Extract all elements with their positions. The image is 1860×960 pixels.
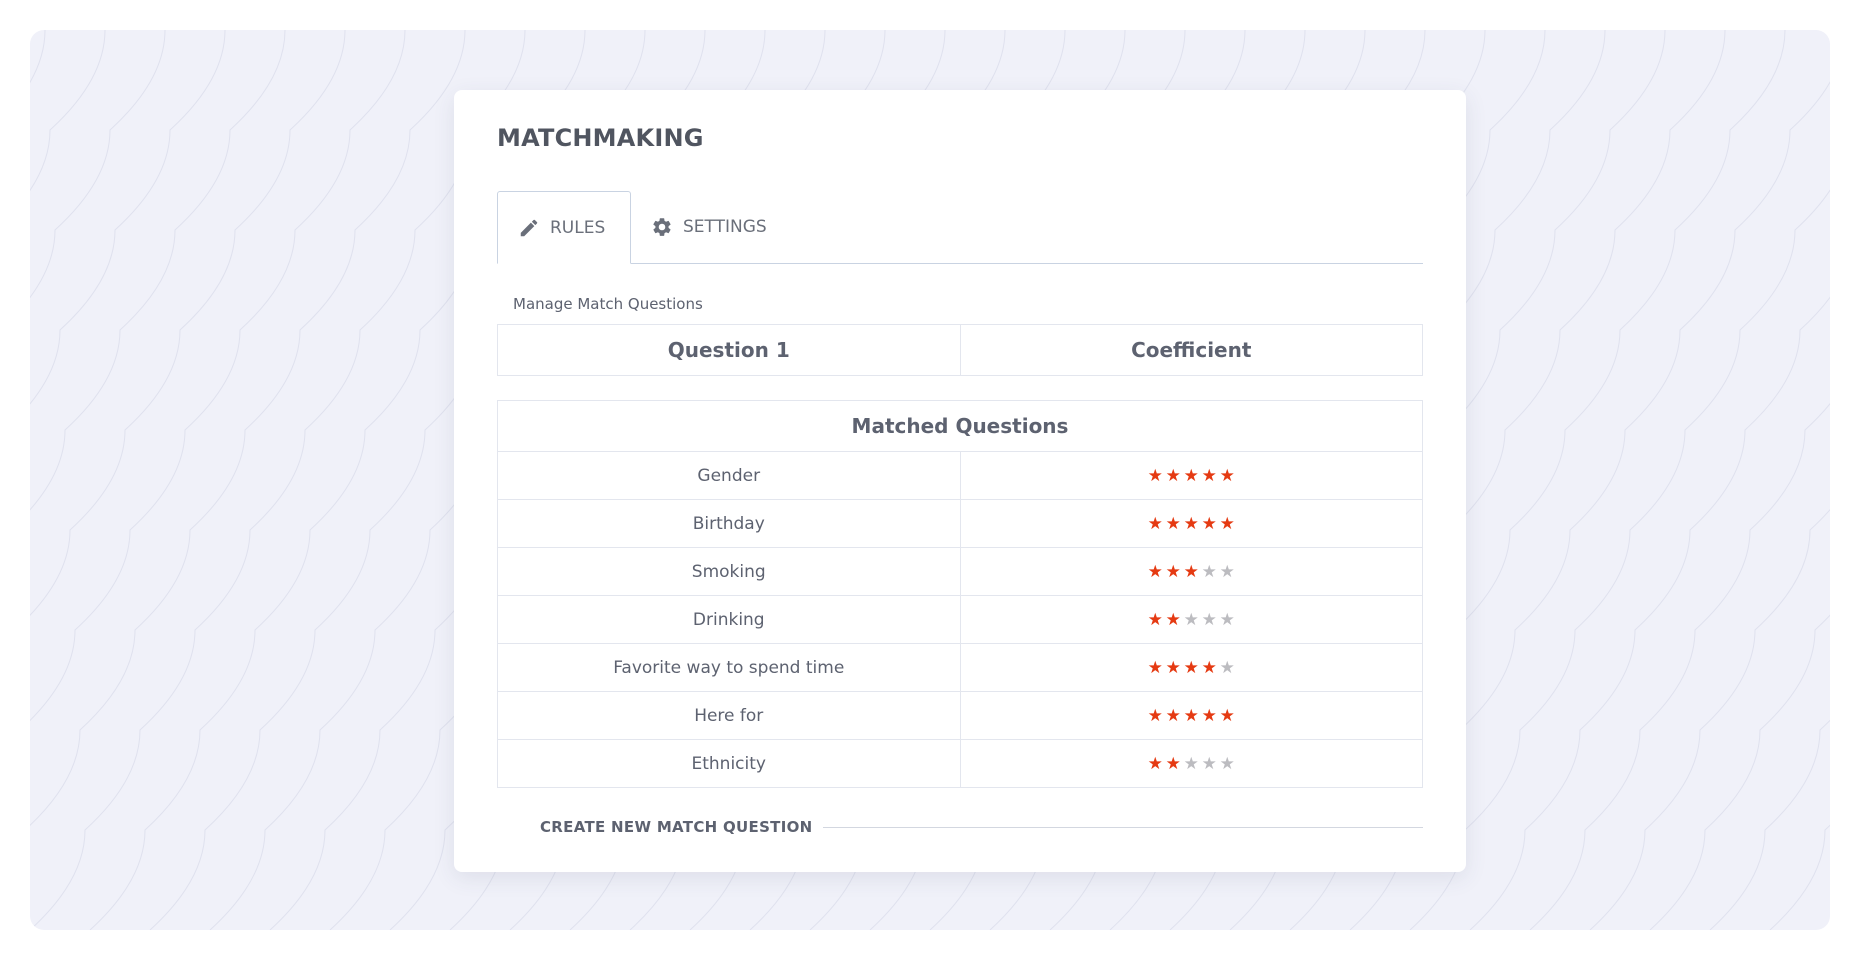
star-filled-icon[interactable]: ★: [1165, 707, 1181, 725]
star-empty-icon[interactable]: ★: [1183, 611, 1199, 629]
page-background: MATCHMAKING RULES SETTINGS Manage Match …: [30, 30, 1830, 930]
star-filled-icon[interactable]: ★: [1219, 707, 1235, 725]
tab-settings[interactable]: SETTINGS: [651, 191, 767, 263]
star-filled-icon[interactable]: ★: [1183, 563, 1199, 581]
star-rating[interactable]: ★ ★ ★ ★ ★: [1147, 659, 1235, 677]
table-row[interactable]: Gender ★ ★ ★ ★ ★: [497, 451, 1423, 500]
create-question-row: CREATE NEW MATCH QUESTION: [540, 816, 1423, 838]
question-cell: Smoking: [497, 547, 961, 596]
question-header-table: Question 1 Coefficient: [497, 324, 1423, 376]
star-filled-icon[interactable]: ★: [1147, 659, 1163, 677]
question-cell: Gender: [497, 451, 961, 500]
page-title: MATCHMAKING: [497, 124, 704, 152]
table-row[interactable]: Favorite way to spend time ★ ★ ★ ★ ★: [497, 643, 1423, 692]
star-rating[interactable]: ★ ★ ★ ★ ★: [1147, 467, 1235, 485]
coefficient-cell: ★ ★ ★ ★ ★: [959, 643, 1423, 692]
table-row[interactable]: Drinking ★ ★ ★ ★ ★: [497, 595, 1423, 644]
matchmaking-card: MATCHMAKING RULES SETTINGS Manage Match …: [454, 90, 1466, 872]
star-filled-icon[interactable]: ★: [1201, 467, 1217, 485]
coefficient-cell: ★ ★ ★ ★ ★: [959, 595, 1423, 644]
star-empty-icon[interactable]: ★: [1219, 611, 1235, 629]
star-empty-icon[interactable]: ★: [1201, 755, 1217, 773]
column-coefficient[interactable]: Coefficient: [959, 324, 1423, 376]
star-empty-icon[interactable]: ★: [1201, 611, 1217, 629]
star-filled-icon[interactable]: ★: [1201, 515, 1217, 533]
star-rating[interactable]: ★ ★ ★ ★ ★: [1147, 515, 1235, 533]
star-rating[interactable]: ★ ★ ★ ★ ★: [1147, 611, 1235, 629]
star-filled-icon[interactable]: ★: [1147, 611, 1163, 629]
question-cell: Birthday: [497, 499, 961, 548]
matched-questions-table: Matched Questions Gender ★ ★ ★ ★ ★ Birthday ★ ★ ★…: [497, 400, 1423, 788]
star-filled-icon[interactable]: ★: [1165, 755, 1181, 773]
star-rating[interactable]: ★ ★ ★ ★ ★: [1147, 563, 1235, 581]
tab-rules-label: RULES: [550, 217, 606, 238]
star-filled-icon[interactable]: ★: [1147, 755, 1163, 773]
star-filled-icon[interactable]: ★: [1165, 563, 1181, 581]
coefficient-cell: ★ ★ ★ ★ ★: [959, 691, 1423, 740]
coefficient-cell: ★ ★ ★ ★ ★: [959, 499, 1423, 548]
coefficient-cell: ★ ★ ★ ★ ★: [959, 451, 1423, 500]
star-filled-icon[interactable]: ★: [1183, 467, 1199, 485]
star-filled-icon[interactable]: ★: [1219, 467, 1235, 485]
pencil-icon: [518, 217, 540, 239]
star-filled-icon[interactable]: ★: [1165, 611, 1181, 629]
star-filled-icon[interactable]: ★: [1147, 515, 1163, 533]
star-rating[interactable]: ★ ★ ★ ★ ★: [1147, 755, 1235, 773]
coefficient-cell: ★ ★ ★ ★ ★: [959, 739, 1423, 788]
create-match-question-button[interactable]: CREATE NEW MATCH QUESTION: [540, 818, 813, 836]
star-filled-icon[interactable]: ★: [1147, 563, 1163, 581]
column-question[interactable]: Question 1: [497, 324, 961, 376]
question-cell: Ethnicity: [497, 739, 961, 788]
question-cell: Drinking: [497, 595, 961, 644]
table-row[interactable]: Smoking ★ ★ ★ ★ ★: [497, 547, 1423, 596]
star-filled-icon[interactable]: ★: [1147, 467, 1163, 485]
table-row[interactable]: Birthday ★ ★ ★ ★ ★: [497, 499, 1423, 548]
star-filled-icon[interactable]: ★: [1219, 515, 1235, 533]
star-empty-icon[interactable]: ★: [1201, 563, 1217, 581]
star-filled-icon[interactable]: ★: [1165, 659, 1181, 677]
star-filled-icon[interactable]: ★: [1183, 515, 1199, 533]
star-empty-icon[interactable]: ★: [1219, 755, 1235, 773]
question-cell: Here for: [497, 691, 961, 740]
star-filled-icon[interactable]: ★: [1147, 707, 1163, 725]
star-empty-icon[interactable]: ★: [1219, 563, 1235, 581]
star-rating[interactable]: ★ ★ ★ ★ ★: [1147, 707, 1235, 725]
tab-rules[interactable]: RULES: [497, 191, 631, 264]
gear-icon: [651, 216, 673, 238]
tab-bar: RULES SETTINGS: [497, 191, 1423, 264]
divider: [822, 826, 1423, 828]
star-empty-icon[interactable]: ★: [1219, 659, 1235, 677]
table-row[interactable]: Ethnicity ★ ★ ★ ★ ★: [497, 739, 1423, 788]
star-empty-icon[interactable]: ★: [1183, 755, 1199, 773]
star-filled-icon[interactable]: ★: [1165, 515, 1181, 533]
coefficient-cell: ★ ★ ★ ★ ★: [959, 547, 1423, 596]
star-filled-icon[interactable]: ★: [1165, 467, 1181, 485]
star-filled-icon[interactable]: ★: [1183, 659, 1199, 677]
question-cell: Favorite way to spend time: [497, 643, 961, 692]
matched-questions-title: Matched Questions: [497, 400, 1423, 452]
tab-settings-label: SETTINGS: [683, 217, 767, 237]
star-filled-icon[interactable]: ★: [1183, 707, 1199, 725]
manage-questions-label: Manage Match Questions: [513, 295, 703, 313]
star-filled-icon[interactable]: ★: [1201, 707, 1217, 725]
table-row[interactable]: Here for ★ ★ ★ ★ ★: [497, 691, 1423, 740]
star-filled-icon[interactable]: ★: [1201, 659, 1217, 677]
